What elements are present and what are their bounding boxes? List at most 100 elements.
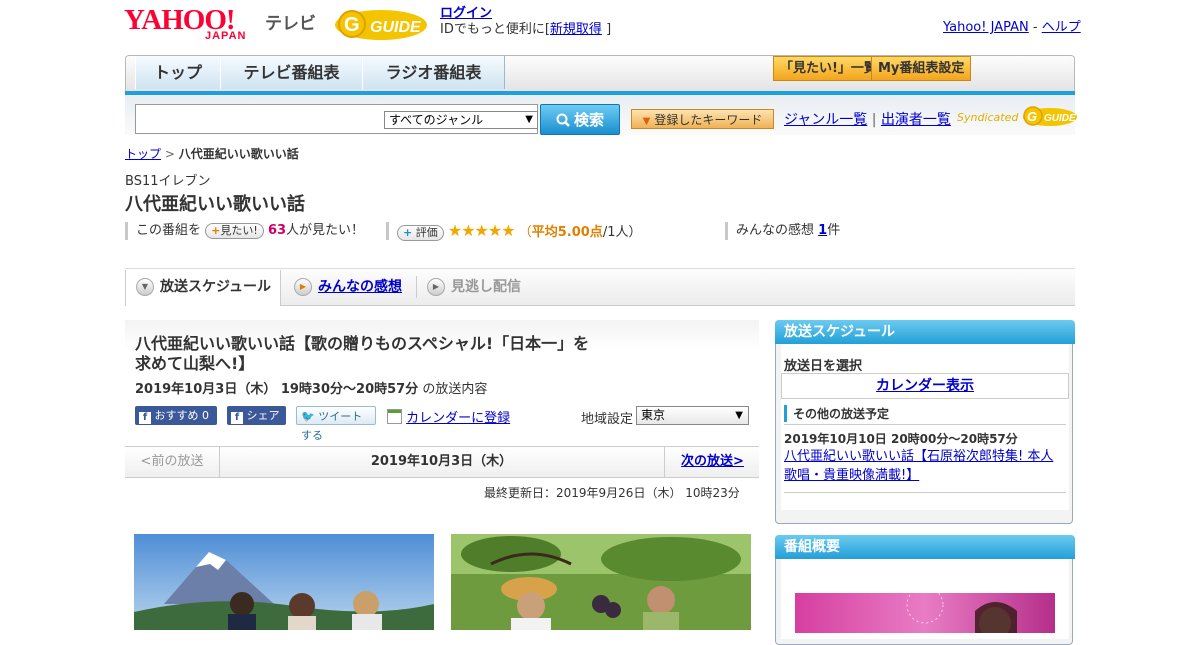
facebook-icon: f [231,412,243,424]
search-links: ジャンル一覧 | 出演者一覧 [784,109,951,129]
facebook-icon: f [139,412,151,424]
tab-reviews-label: みんなの感想 [318,279,402,295]
svg-text:GUIDE: GUIDE [370,19,422,36]
rate-button[interactable]: + 評価 [397,225,444,241]
twitter-bird-icon: 🐦 [301,410,315,423]
svg-text:GUIDE: GUIDE [1044,113,1076,124]
keyword-button[interactable]: ▼ 登録したキーワード [631,109,774,129]
overview-image [795,586,1055,639]
triangle-down-icon: ▼ [642,116,651,127]
links-divider: | [871,112,877,128]
syndicated-label: Syndicated [957,111,1019,124]
sidebar-separator [784,492,1066,493]
help-link[interactable]: ヘルプ [1042,20,1081,35]
episode-title: 八代亜紀いい歌いい話【歌の贈りものスペシャル!「日本一」を 求めて山梨へ!】 [135,334,605,374]
episode-date: 2019年10月3日（木） 19時30分～20時57分 の放送内容 [135,378,487,397]
rating-average: 平均5.00点 [531,225,603,240]
nav-tab-top[interactable]: トップ [135,56,221,89]
review-stat: みんなの感想 1件 [725,222,840,240]
want-list-button[interactable]: 「見たい!」一覧 [773,56,884,81]
cast-list-link[interactable]: 出演者一覧 [881,112,951,128]
search-button[interactable]: 検索 [540,104,620,135]
svg-text:G: G [344,14,360,36]
other-schedule-heading: その他の放送予定 [784,405,889,422]
genre-select[interactable]: すべてのジャンル ▼ [384,111,538,129]
sidebar-overview-header: 番組概要 [775,535,1075,559]
search-icon [556,113,570,127]
other-broadcast-date: 2019年10月10日 20時00分～20時57分 [784,432,1018,446]
want-prefix: この番組を [136,223,202,238]
rating-stars: ★★★★★ [447,221,516,240]
episode-photo-2 [451,534,751,630]
chevron-down-icon: ▼ [735,410,743,421]
recommend-count: 0 [202,409,209,422]
login-desc-suffix: ] [606,22,612,37]
select-date-label: 放送日を選択 [784,359,863,374]
want-pill-label: 見たい! [220,224,258,237]
region-selected-value: 東京 [641,408,666,422]
rating-open: （ [518,225,532,240]
chevron-down-icon: ▼ [525,114,533,125]
my-schedule-button[interactable]: My番組表設定 [871,56,972,81]
last-updated: 最終更新日：2019年9月26日（木） 10時23分 [484,486,740,500]
episode-title-line2: 求めて山梨へ!】 [135,354,255,373]
facebook-share-button[interactable]: f シェア [227,406,286,425]
episode-datetime: 2019年10月3日（木） 19時30分～20時57分 [135,382,419,397]
plus-icon: + [403,226,413,239]
yahoo-japan-sublogo: JAPAN [205,30,247,42]
facebook-recommend-button[interactable]: f おすすめ 0 [135,406,217,425]
channel-name: BS11イレブン [125,174,211,189]
want-button[interactable]: +見たい! [205,223,264,239]
region-select[interactable]: 東京 ▼ [636,406,749,425]
region-label: 地域設定 [581,412,634,427]
plus-icon: + [211,224,221,237]
login-desc-prefix: IDでもっと便利に[ [440,22,550,37]
review-prefix: みんなの感想 [736,223,815,238]
play-icon: ▶ [427,278,445,296]
rating-stat: + 評価 ★★★★★ （平均5.00点/1人） [386,221,642,241]
calendar-register[interactable]: カレンダーに登録 [387,407,510,426]
tab-schedule-label: 放送スケジュール [160,279,272,295]
nav-tab-tv-schedule[interactable]: テレビ番組表 [220,56,363,89]
svg-text:G: G [1027,109,1037,124]
rating-people: /1人） [602,225,642,240]
syndicated-badge: Syndicated G GUIDE [957,105,1078,127]
sidebar-separator [784,424,1066,425]
rate-pill-label: 評価 [415,226,438,239]
keyword-button-label: 登録したキーワード [654,113,763,127]
tweet-button[interactable]: 🐦 ツイートする [296,406,376,442]
other-broadcast-link[interactable]: 八代亜紀いい歌いい話【石原裕次郎特集! 本人歌唱・貴重映像満載!】 [784,447,1066,485]
share-label: シェア [246,409,280,422]
recommend-label: おすすめ [154,409,199,422]
next-broadcast-link[interactable]: 次の放送> [664,447,760,477]
yahoo-japan-link[interactable]: Yahoo! JAPAN [943,20,1029,35]
calendar-display-button[interactable]: カレンダー表示 [781,373,1069,399]
breadcrumb-top-link[interactable]: トップ [125,147,161,161]
episode-photo-1 [134,534,434,630]
tab-divider [416,276,417,298]
breadcrumb: トップ > 八代亜紀いい歌いい話 [125,145,299,162]
nav-tab-radio-schedule[interactable]: ラジオ番組表 [362,56,505,89]
calendar-icon [387,409,402,424]
prev-broadcast: <前の放送 [125,447,220,477]
service-name: テレビ [265,14,316,34]
genre-selected-value: すべてのジャンル [389,113,484,127]
tab-schedule[interactable]: ▼ 放送スケジュール [125,270,281,306]
tab-reviews[interactable]: ▶ みんなの感想 [294,270,402,304]
genre-list-link[interactable]: ジャンル一覧 [784,112,867,128]
review-count-link[interactable]: 1 [818,223,827,238]
sidebar-schedule-header: 放送スケジュール [775,320,1075,344]
want-stat: この番組を +見たい! 63人が見たい！ [125,222,364,240]
g-guide-small-logo: G GUIDE [1022,106,1077,126]
login-link[interactable]: ログイン [440,6,492,21]
breadcrumb-separator: > [164,147,175,161]
calendar-register-label: カレンダーに登録 [406,411,511,426]
episode-title-line1: 八代亜紀いい歌いい話【歌の贈りものスペシャル!「日本一」を [135,334,590,353]
want-suffix: 人が見たい！ [286,223,365,238]
breadcrumb-current: 八代亜紀いい歌いい話 [178,147,299,161]
review-suffix: 件 [827,223,841,238]
want-count: 63 [267,223,287,238]
play-icon: ▶ [294,278,312,296]
register-link[interactable]: 新規取得 [550,22,602,37]
search-button-label: 検索 [573,111,604,129]
